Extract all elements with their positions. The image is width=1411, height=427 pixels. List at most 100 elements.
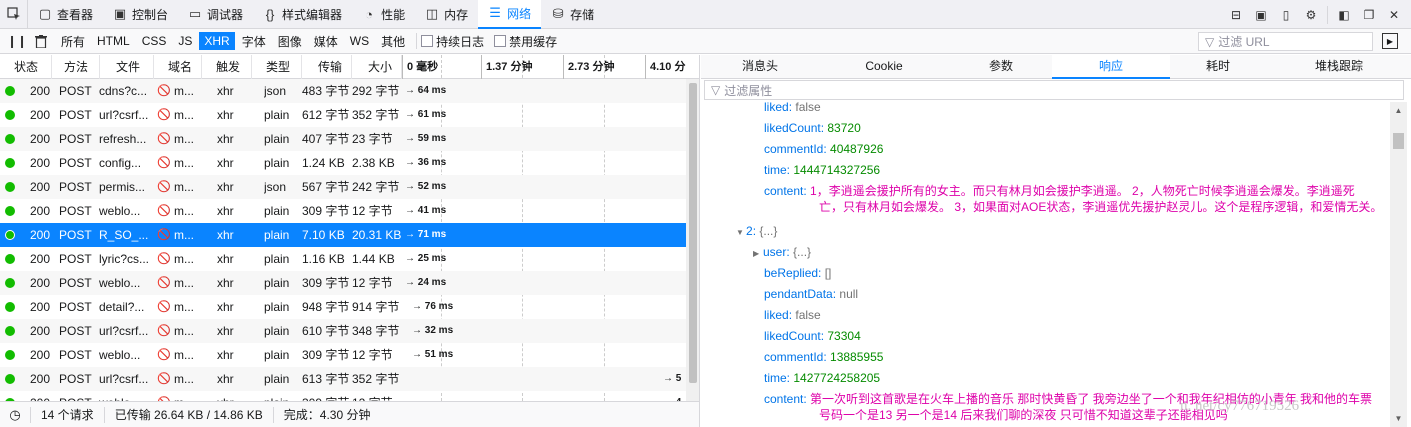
- status-code: 200: [30, 132, 51, 146]
- json-tree-node[interactable]: beReplied: []: [764, 265, 831, 281]
- status-code: 200: [30, 276, 51, 290]
- json-tree-node[interactable]: likedCount: 73304: [764, 328, 861, 344]
- collapsed-arrow-icon[interactable]: ▶: [753, 246, 763, 262]
- pause-icon[interactable]: ❙❙: [7, 32, 27, 50]
- request-row[interactable]: 🚫 200 POST url?csrf... m... xhr plain 612 字节 352…: [0, 103, 686, 127]
- request-row[interactable]: 🚫 200 POST cdns?c... m... xhr json 483 字节 292 字节…: [0, 79, 686, 103]
- request-row[interactable]: 🚫 200 POST config... m... xhr plain 1.24 KB 2.38…: [0, 151, 686, 175]
- expanded-arrow-icon[interactable]: ▼: [736, 225, 746, 241]
- request-row[interactable]: 🚫 200 POST detail?... m... xhr plain 948 字节 914 …: [0, 295, 686, 319]
- tab-response[interactable]: 响应: [1052, 55, 1170, 79]
- json-tree-node[interactable]: liked: false: [764, 102, 821, 115]
- tab-inspector[interactable]: ▢ 查看器: [28, 0, 103, 29]
- filter-type-js[interactable]: JS: [173, 32, 197, 50]
- filter-type-fonts[interactable]: 字体: [237, 32, 271, 50]
- filter-type-images[interactable]: 图像: [273, 32, 307, 50]
- tab-memory[interactable]: ◫ 内存: [415, 0, 478, 29]
- scroll-up-icon[interactable]: ▲: [1390, 102, 1407, 119]
- json-key: content: [764, 184, 804, 198]
- filter-type-ws[interactable]: WS: [345, 32, 374, 50]
- json-tree-node[interactable]: content: 1，李逍遥会援护所有的女主。而只有林月如会援护李逍遥。 2，人…: [764, 183, 1355, 199]
- element-picker-button[interactable]: [0, 0, 28, 29]
- tab-headers[interactable]: 消息头: [701, 55, 819, 79]
- filter-type-media[interactable]: 媒体: [309, 32, 343, 50]
- request-row[interactable]: 🚫 200 POST url?csrf... m... xhr plain 613 字节 352…: [0, 367, 686, 391]
- dock-side-icon[interactable]: ◧: [1335, 6, 1353, 24]
- tab-debugger[interactable]: ▭ 调试器: [178, 0, 253, 29]
- request-type: plain: [264, 108, 290, 122]
- scrollbar-thumb[interactable]: [689, 83, 697, 383]
- scrollbar-thumb[interactable]: [1393, 133, 1404, 149]
- performance-analysis-icon[interactable]: ◷: [0, 407, 30, 423]
- no-cookie-icon: 🚫: [157, 349, 171, 361]
- request-row[interactable]: 🚫 200 POST weblo... m... xhr plain 309 字节12 字节 →…: [0, 271, 686, 295]
- filter-funnel-icon: ▽: [1205, 34, 1215, 49]
- request-row[interactable]: 🚫 200 POST permis... m... xhr json 567 字节 242 字节…: [0, 175, 686, 199]
- tab-storage[interactable]: ⛁ 存储: [541, 0, 604, 29]
- responsive-mode-icon[interactable]: ⊟: [1227, 6, 1245, 24]
- tab-timings[interactable]: 耗时: [1159, 55, 1277, 79]
- json-tree-node[interactable]: commentId: 13885955: [764, 349, 883, 365]
- column-size[interactable]: 大小: [352, 55, 402, 79]
- request-domain: m...: [174, 324, 194, 338]
- tab-cookies[interactable]: Cookie: [825, 55, 943, 79]
- checkbox-box[interactable]: [494, 35, 507, 47]
- request-domain: m...: [174, 348, 194, 362]
- column-method[interactable]: 方法: [52, 55, 100, 79]
- url-filter-input[interactable]: ▽ 过滤 URL: [1198, 32, 1373, 51]
- toggle-details-panel-icon[interactable]: ▶: [1382, 33, 1398, 49]
- tab-params[interactable]: 参数: [942, 55, 1060, 79]
- request-row[interactable]: 🚫 200 POST weblo... m... xhr plain 309 字节12 字节 →…: [0, 199, 686, 223]
- json-tree-node[interactable]: liked: false: [764, 307, 821, 323]
- filter-type-xhr[interactable]: XHR: [199, 32, 235, 50]
- status-code: 200: [30, 372, 51, 386]
- persist-logs-checkbox[interactable]: 持续日志: [421, 33, 484, 50]
- json-tree-node[interactable]: time: 1444714327256: [764, 162, 880, 178]
- json-tree-node[interactable]: likedCount: 83720: [764, 120, 861, 136]
- request-row[interactable]: 🚫 200 POST R_SO_... m... xhr plain 7.10 KB 20.31…: [0, 223, 686, 247]
- request-list-scrollbar[interactable]: [686, 79, 699, 401]
- checkbox-box[interactable]: [421, 35, 434, 47]
- scroll-down-icon[interactable]: ▼: [1390, 410, 1407, 427]
- column-file[interactable]: 文件: [100, 55, 154, 79]
- waterfall-timing: → 71 ms: [405, 229, 447, 240]
- json-tree-node[interactable]: ▶ user: {...}: [753, 244, 811, 262]
- tab-stack-trace[interactable]: 堆栈跟踪: [1280, 55, 1398, 79]
- scratchpad-icon[interactable]: ▣: [1252, 6, 1270, 24]
- column-cause[interactable]: 触发: [202, 55, 252, 79]
- memory-icon: ◫: [425, 6, 439, 21]
- column-domain[interactable]: 域名: [154, 55, 202, 79]
- column-status[interactable]: 状态: [0, 55, 52, 79]
- disable-cache-checkbox[interactable]: 禁用缓存: [494, 33, 557, 50]
- filter-type-other[interactable]: 其他: [376, 32, 410, 50]
- request-method: POST: [59, 300, 92, 314]
- tab-style-editor[interactable]: {} 样式编辑器: [253, 0, 352, 29]
- filter-type-html[interactable]: HTML: [92, 32, 135, 50]
- json-tree-node[interactable]: commentId: 40487926: [764, 141, 883, 157]
- tab-performance[interactable]: ◔ 性能: [352, 0, 415, 29]
- filter-type-all[interactable]: 所有: [56, 32, 90, 50]
- column-type[interactable]: 类型: [252, 55, 302, 79]
- settings-gear-icon[interactable]: ⚙: [1302, 6, 1320, 24]
- request-row[interactable]: 🚫 200 POST lyric?cs... m... xhr plain 1.16 KB 1.…: [0, 247, 686, 271]
- json-tree-node[interactable]: pendantData: null: [764, 286, 858, 302]
- request-row[interactable]: 🚫 200 POST url?csrf... m... xhr plain 610 字节 348…: [0, 319, 686, 343]
- tab-console[interactable]: ▣ 控制台: [103, 0, 178, 29]
- details-scrollbar[interactable]: ▲ ▼: [1390, 102, 1407, 427]
- json-tree-node[interactable]: ▼ 2: {...}: [736, 223, 777, 241]
- separate-window-icon[interactable]: ❐: [1360, 6, 1378, 24]
- column-transferred[interactable]: 传输: [302, 55, 352, 79]
- close-icon[interactable]: ✕: [1385, 6, 1403, 24]
- screenshot-icon[interactable]: ▯: [1277, 6, 1295, 24]
- request-transferred: 407 字节: [302, 132, 350, 146]
- property-filter-input[interactable]: ▽ 过滤属性: [704, 80, 1404, 100]
- json-tree-node[interactable]: time: 1427724258205: [764, 370, 880, 386]
- request-row[interactable]: 🚫 200 POST refresh... m... xhr plain 407 字节 23 字…: [0, 127, 686, 151]
- trash-icon[interactable]: [32, 32, 50, 50]
- request-cause: xhr: [217, 348, 234, 362]
- request-row[interactable]: 🚫 200 POST weblo... m... xhr plain 309 字节12 字节 →…: [0, 391, 686, 401]
- tab-network[interactable]: ☰ 网络: [478, 0, 542, 29]
- filter-type-css[interactable]: CSS: [137, 32, 172, 50]
- no-cookie-icon: 🚫: [157, 325, 171, 337]
- request-row[interactable]: 🚫 200 POST weblo... m... xhr plain 309 字节12 字节 →…: [0, 343, 686, 367]
